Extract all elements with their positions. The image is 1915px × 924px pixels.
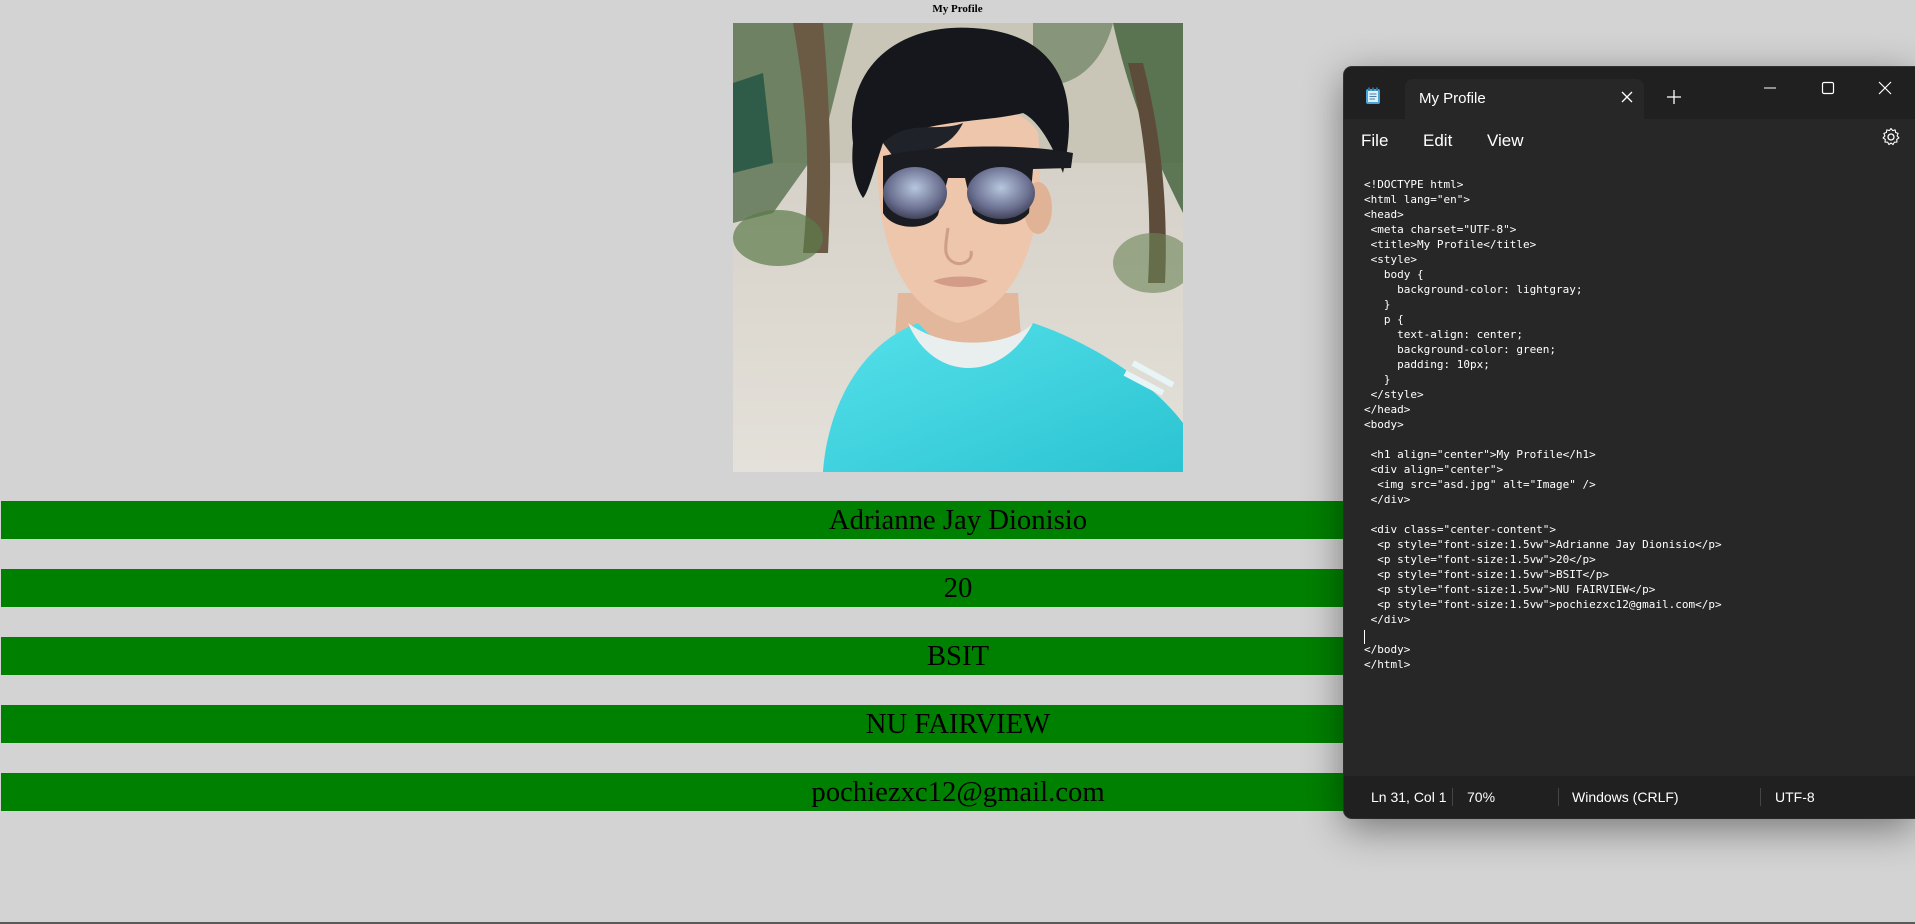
code-line: } [1364,298,1391,311]
code-line: <div align="center"> [1364,463,1504,476]
close-window-icon[interactable] [1875,78,1895,98]
code-line: <!DOCTYPE html> [1364,178,1464,191]
status-zoom[interactable]: 70% [1467,789,1495,805]
menu-edit[interactable]: Edit [1423,131,1452,151]
code-line: <h1 align="center">My Profile</h1> [1364,448,1596,461]
code-line: </body> [1364,643,1411,656]
code-line: text-align: center; [1364,328,1523,341]
code-line: background-color: lightgray; [1364,283,1583,296]
status-line-ending[interactable]: Windows (CRLF) [1572,789,1679,805]
page-title: My Profile [932,3,983,15]
code-line: <style> [1364,253,1417,266]
code-line: <title>My Profile</title> [1364,238,1537,251]
status-bar: Ln 31, Col 1 70% Windows (CRLF) UTF-8 [1344,776,1915,818]
code-line: </style> [1364,388,1424,401]
notepad-window: My Profile File Edit View <!DOCTYPE html… [1344,67,1915,818]
code-line: body { [1364,268,1424,281]
code-line: <head> [1364,208,1404,221]
code-line: </div> [1364,493,1411,506]
code-line: <img src="asd.jpg" alt="Image" /> [1364,478,1596,491]
code-line: <p style="font-size:1.5vw">Adrianne Jay … [1364,538,1722,551]
code-line: <p style="font-size:1.5vw">pochiezxc12@g… [1364,598,1722,611]
notepad-titlebar[interactable]: My Profile [1344,67,1915,119]
close-icon[interactable] [1619,89,1635,105]
gear-icon[interactable] [1881,127,1901,147]
maximize-icon[interactable] [1818,78,1838,98]
text-cursor [1364,630,1365,644]
tab-title: My Profile [1419,90,1486,107]
code-line: </div> [1364,613,1411,626]
code-line: padding: 10px; [1364,358,1490,371]
notepad-icon [1366,87,1380,104]
profile-photo [733,23,1183,472]
code-line: <html lang="en"> [1364,193,1470,206]
status-encoding[interactable]: UTF-8 [1775,789,1815,805]
code-line: } [1364,373,1391,386]
code-line: <body> [1364,418,1404,431]
code-line: p { [1364,313,1404,326]
code-line: background-color: green; [1364,343,1557,356]
menu-bar: File Edit View [1344,119,1915,161]
code-line: <p style="font-size:1.5vw">20</p> [1364,553,1596,566]
code-line: </html> [1364,658,1411,671]
code-line: </head> [1364,403,1411,416]
code-line: <p style="font-size:1.5vw">NU FAIRVIEW</… [1364,583,1656,596]
menu-file[interactable]: File [1361,131,1388,151]
code-line: <meta charset="UTF-8"> [1364,223,1517,236]
status-cursor-position[interactable]: Ln 31, Col 1 [1371,789,1447,805]
minimize-icon[interactable] [1760,78,1780,98]
text-editor[interactable]: <!DOCTYPE html> <html lang="en"> <head> <m… [1364,177,1904,717]
plus-icon[interactable] [1666,89,1682,105]
menu-view[interactable]: View [1487,131,1524,151]
tab-my-profile[interactable]: My Profile [1405,79,1644,119]
code-line: <div class="center-content"> [1364,523,1557,536]
code-line: <p style="font-size:1.5vw">BSIT</p> [1364,568,1610,581]
